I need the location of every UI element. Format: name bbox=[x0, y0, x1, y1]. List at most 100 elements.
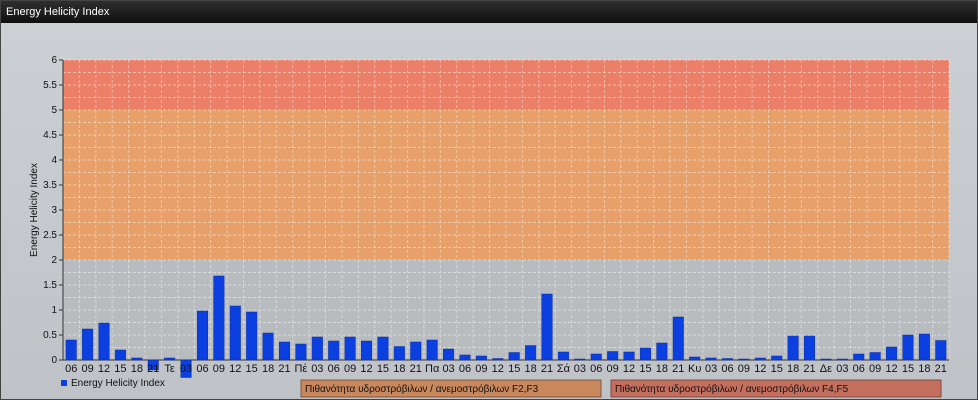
x-tick-label: 09 bbox=[738, 363, 750, 375]
bar bbox=[164, 357, 176, 361]
x-tick-label: Σά bbox=[557, 363, 571, 375]
y-tick-label: 4.5 bbox=[43, 130, 57, 141]
bar bbox=[804, 335, 816, 361]
x-tick-label: 15 bbox=[902, 363, 914, 375]
bar bbox=[131, 357, 143, 361]
bar bbox=[328, 340, 340, 361]
bar bbox=[705, 357, 717, 361]
bar bbox=[410, 341, 422, 361]
x-tick-label: 15 bbox=[114, 363, 126, 375]
x-tick-label: 09 bbox=[475, 363, 487, 375]
bar bbox=[918, 333, 930, 361]
x-tick-label: 15 bbox=[639, 363, 651, 375]
x-tick-label: Κυ bbox=[688, 363, 701, 375]
x-tick-label: 21 bbox=[935, 363, 947, 375]
x-tick-label: 12 bbox=[754, 363, 766, 375]
x-tick-label: 18 bbox=[918, 363, 930, 375]
x-tick-label: 21 bbox=[672, 363, 684, 375]
y-tick-label: 1 bbox=[51, 305, 57, 316]
y-tick-label: 5 bbox=[51, 105, 57, 116]
bar bbox=[902, 334, 914, 361]
y-tick-label: 5.5 bbox=[43, 80, 57, 91]
x-tick-label: 15 bbox=[771, 363, 783, 375]
x-tick-label: 18 bbox=[787, 363, 799, 375]
y-tick-label: 0.5 bbox=[43, 330, 57, 341]
x-tick-label: 15 bbox=[377, 363, 389, 375]
x-tick-label: 09 bbox=[213, 363, 225, 375]
y-axis-title: Energy Helicity Index bbox=[29, 163, 40, 257]
x-tick-label: 06 bbox=[853, 363, 865, 375]
bar bbox=[672, 316, 684, 361]
legend-swatch-ehi bbox=[61, 380, 67, 386]
bar bbox=[689, 356, 701, 361]
x-tick-label: 12 bbox=[885, 363, 897, 375]
x-tick-label: 06 bbox=[65, 363, 77, 375]
bar bbox=[278, 341, 291, 361]
y-tick-label: 0 bbox=[51, 355, 57, 366]
x-tick-label: 18 bbox=[262, 363, 274, 375]
y-tick-label: 4 bbox=[51, 155, 57, 166]
y-tick-label: 1.5 bbox=[43, 280, 57, 291]
bar bbox=[65, 339, 77, 361]
bar bbox=[787, 335, 799, 361]
x-tick-label: 06 bbox=[721, 363, 733, 375]
x-tick-label: 09 bbox=[81, 363, 93, 375]
bar bbox=[557, 351, 569, 361]
bar bbox=[361, 340, 373, 361]
bar bbox=[229, 305, 241, 361]
bar bbox=[475, 355, 487, 361]
legend-label-ehi: Energy Helicity Index bbox=[71, 378, 165, 389]
bar bbox=[771, 355, 783, 361]
x-tick-label: Πα bbox=[425, 363, 440, 375]
bar bbox=[196, 310, 208, 361]
bar bbox=[426, 339, 438, 361]
bar bbox=[213, 275, 225, 361]
x-tick-label: 06 bbox=[590, 363, 602, 375]
x-tick-label: 15 bbox=[508, 363, 520, 375]
chart-window: Energy Helicity Index 0 0.5 1 1.5 2 2.5 3 3.5 4 4… bbox=[0, 0, 978, 400]
bar bbox=[935, 340, 947, 361]
bar bbox=[262, 332, 274, 361]
legend-label-f2f3: Πιθανότητα υδροστρόβιλων / ανεμοστρόβιλω… bbox=[305, 383, 539, 395]
bar bbox=[295, 343, 307, 361]
bar bbox=[590, 353, 602, 361]
bar bbox=[607, 351, 619, 361]
chart-svg: 0 0.5 1 1.5 2 2.5 3 3.5 4 4.5 5 5.5 6 Energy Helicity… bbox=[29, 55, 950, 398]
x-tick-label: 12 bbox=[360, 363, 372, 375]
x-tick-label: 09 bbox=[607, 363, 619, 375]
bar bbox=[98, 322, 110, 361]
x-tick-label: 06 bbox=[459, 363, 471, 375]
x-tick-label: 12 bbox=[229, 363, 241, 375]
bar bbox=[738, 358, 750, 361]
x-tick-label: 21 bbox=[278, 363, 290, 375]
bar bbox=[525, 345, 537, 361]
x-tick-label: Δε bbox=[820, 363, 832, 375]
bar bbox=[114, 349, 126, 361]
y-tick-label: 2 bbox=[51, 255, 57, 266]
bar bbox=[459, 354, 471, 361]
x-tick-label: 06 bbox=[328, 363, 340, 375]
x-tick-label: 18 bbox=[393, 363, 405, 375]
x-tick-label: 18 bbox=[131, 363, 143, 375]
y-tick-label: 3.5 bbox=[43, 180, 57, 191]
x-tick-label: 03 bbox=[311, 363, 323, 375]
legend-label-f4f5: Πιθανότητα υδροστρόβιλων / ανεμοστρόβιλω… bbox=[615, 383, 849, 395]
bar bbox=[623, 351, 635, 361]
x-tick-label: Πέ bbox=[294, 363, 307, 375]
x-tick-label: 03 bbox=[180, 363, 192, 375]
x-tick-label: 12 bbox=[623, 363, 635, 375]
x-tick-label: 18 bbox=[524, 363, 536, 375]
x-tick-label: 09 bbox=[344, 363, 356, 375]
bar bbox=[869, 352, 881, 361]
x-tick-label: 21 bbox=[803, 363, 815, 375]
bar bbox=[377, 336, 389, 361]
bar bbox=[853, 353, 865, 361]
x-tick-label: 03 bbox=[705, 363, 717, 375]
bar bbox=[246, 311, 258, 361]
x-tick-label: 12 bbox=[492, 363, 504, 375]
bar bbox=[541, 293, 553, 361]
bar bbox=[886, 346, 898, 361]
x-tick-label: 15 bbox=[246, 363, 258, 375]
x-tick-label: 18 bbox=[656, 363, 668, 375]
bar bbox=[492, 358, 504, 361]
